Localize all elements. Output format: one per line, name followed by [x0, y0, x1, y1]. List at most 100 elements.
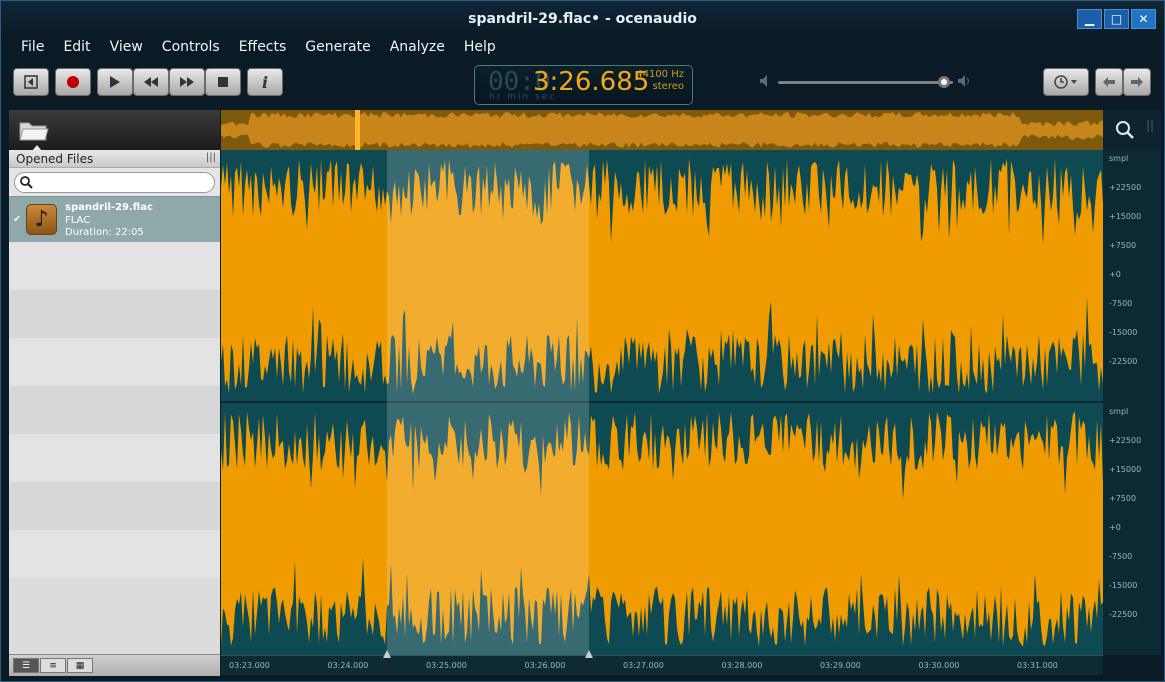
scale-label: +0 [1109, 523, 1121, 532]
volume-slider[interactable] [778, 81, 953, 84]
grip-icon[interactable]: || [1146, 118, 1154, 132]
clock-icon [1054, 75, 1077, 89]
scale-label: -7500 [1109, 552, 1133, 561]
zoom-strip: || [1103, 110, 1161, 150]
file-format: FLAC [65, 215, 91, 226]
waveform-overview[interactable] [221, 110, 1103, 150]
empty-row [9, 482, 220, 530]
time-display: 00:0 3:26.685 44100 Hz stereo hr min sec [474, 65, 693, 105]
time-label: 03:31.000 [1017, 661, 1058, 670]
view-mode-bar: ☰ ≡ ▦ [9, 654, 220, 676]
redo-button[interactable] [1123, 68, 1151, 96]
scale-label: smpl [1109, 407, 1129, 416]
menu-effects[interactable]: Effects [229, 37, 296, 59]
waveform-envelope [221, 557, 1103, 655]
window-title: spandril-29.flac• - ocenaudio [468, 11, 697, 27]
waveform-envelope [221, 150, 1103, 246]
empty-row [9, 530, 220, 578]
scale-label: +7500 [1109, 241, 1137, 250]
menu-analyze[interactable]: Analyze [380, 37, 454, 59]
zoom-icon[interactable] [1115, 120, 1135, 140]
play-button[interactable] [97, 68, 133, 96]
window-controls: ▁ □ ✕ [1077, 9, 1156, 29]
scale-label: +22500 [1109, 183, 1142, 192]
close-button[interactable]: ✕ [1131, 9, 1156, 29]
time-label: 03:23.000 [229, 661, 270, 670]
menu-edit[interactable]: Edit [53, 37, 99, 59]
time-ruler[interactable]: 03:23.000 03:24.000 03:25.000 03:26.000 03:2… [221, 650, 1103, 675]
channel-divider [221, 401, 1103, 403]
time-label: 03:25.000 [426, 661, 467, 670]
rewind-icon [144, 77, 158, 87]
menu-help[interactable]: Help [454, 37, 505, 59]
scale-label: +15000 [1109, 465, 1142, 474]
overview-position-marker[interactable] [355, 110, 360, 150]
waveform-display [221, 150, 1103, 655]
selection-region[interactable] [387, 150, 589, 655]
file-browser-panel: Opened Files ||| ✔ ♪ spandril-29.flac FL… [9, 110, 220, 676]
time-label: 03:29.000 [820, 661, 861, 670]
waveform-editor[interactable] [221, 150, 1103, 655]
title-bar: spandril-29.flac• - ocenaudio ▁ □ ✕ [1, 1, 1164, 35]
record-button[interactable] [55, 68, 91, 96]
info-button[interactable]: i [247, 68, 283, 96]
sample-rate-info: 44100 Hz stereo [636, 69, 684, 93]
scale-label: smpl [1109, 154, 1129, 163]
app-window: spandril-29.flac• - ocenaudio ▁ □ ✕ File… [0, 0, 1165, 682]
play-icon [110, 76, 120, 88]
skip-start-icon [24, 75, 38, 89]
empty-row [9, 338, 220, 386]
arrow-left-icon [1103, 77, 1115, 87]
file-search-input[interactable] [14, 172, 215, 193]
opened-files-header: Opened Files ||| [9, 150, 220, 168]
empty-row [9, 386, 220, 434]
list-view-icon[interactable]: ≡ [40, 658, 66, 673]
file-list-item[interactable]: ✔ ♪ spandril-29.flac FLAC Duration: 22:0… [9, 196, 220, 242]
file-duration: Duration: 22:05 [65, 227, 144, 238]
minimize-button[interactable]: ▁ [1077, 9, 1102, 29]
time-label: 03:28.000 [721, 661, 763, 670]
grip-icon[interactable]: ||| [206, 152, 216, 163]
menu-controls[interactable]: Controls [152, 37, 229, 59]
stop-button[interactable] [205, 68, 241, 96]
history-button[interactable] [1043, 68, 1089, 96]
time-label: 03:24.000 [327, 661, 369, 670]
selection-marker[interactable] [585, 650, 593, 658]
grid-view-icon[interactable]: ▦ [67, 658, 93, 673]
selection-marker[interactable] [383, 650, 391, 658]
open-folder-icon[interactable] [19, 118, 49, 142]
time-units: hr min sec [489, 92, 557, 102]
channel-mode: stereo [652, 81, 684, 92]
volume-slider-handle[interactable] [937, 76, 950, 88]
scale-label: -15000 [1109, 581, 1138, 590]
file-browser-toolbar [9, 110, 220, 151]
time-label: 03:27.000 [623, 661, 664, 670]
record-icon [67, 76, 79, 88]
toolbar: i 00:0 3:26.685 44100 Hz stereo hr min s… [13, 65, 1153, 105]
detail-view-icon[interactable]: ☰ [13, 658, 39, 673]
undo-button[interactable] [1095, 68, 1123, 96]
maximize-button[interactable]: □ [1104, 9, 1129, 29]
check-icon: ✔ [13, 214, 22, 225]
music-note-icon: ♪ [26, 204, 57, 235]
menu-view[interactable]: View [100, 37, 152, 59]
time-label: 03:26.000 [524, 661, 566, 670]
scale-label: -22500 [1109, 357, 1138, 366]
sample-rate: 44100 Hz [636, 69, 684, 80]
volume-low-icon [760, 75, 767, 87]
menu-file[interactable]: File [11, 37, 53, 59]
fast-forward-button[interactable] [169, 68, 205, 96]
scale-label: +22500 [1109, 436, 1142, 445]
empty-row [9, 242, 220, 290]
stop-icon [218, 77, 228, 87]
rewind-button[interactable] [133, 68, 169, 96]
opened-files-title: Opened Files [16, 152, 94, 166]
back-to-start-button[interactable] [13, 68, 49, 96]
empty-row [9, 434, 220, 482]
scale-label: +7500 [1109, 494, 1137, 503]
time-label: 03:30.000 [918, 661, 960, 670]
waveform-envelope [221, 403, 1103, 501]
info-icon: i [261, 72, 269, 92]
menu-generate[interactable]: Generate [295, 37, 379, 59]
file-name: spandril-29.flac [65, 202, 153, 213]
